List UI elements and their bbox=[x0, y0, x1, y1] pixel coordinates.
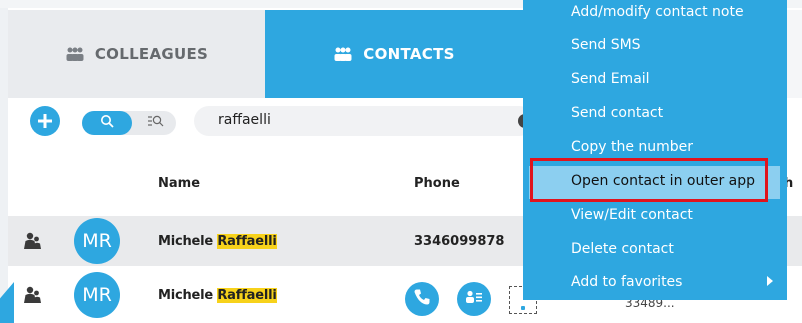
name-match-highlight: Raffaelli bbox=[217, 234, 277, 249]
advanced-search-icon bbox=[147, 114, 165, 132]
tab-contacts[interactable]: CONTACTS bbox=[265, 10, 523, 98]
contact-card-icon bbox=[465, 290, 483, 308]
menu-item-add-note[interactable]: Add/modify contact note bbox=[571, 4, 744, 20]
simple-search-button[interactable] bbox=[82, 111, 132, 135]
avatar-initials: MR bbox=[82, 230, 112, 252]
add-contact-button[interactable] bbox=[30, 106, 60, 136]
menu-item-add-favorites[interactable]: Add to favorites bbox=[571, 274, 682, 290]
phone-icon bbox=[413, 288, 431, 310]
menu-item-send-email[interactable]: Send Email bbox=[571, 71, 650, 87]
column-header-name[interactable]: Name bbox=[158, 176, 200, 191]
menu-item-delete[interactable]: Delete contact bbox=[571, 241, 674, 257]
column-header-phone[interactable]: Phone bbox=[414, 176, 460, 191]
name-match-highlight: Raffaelli bbox=[217, 288, 277, 303]
person-icon bbox=[24, 232, 42, 254]
name-first: Michele bbox=[158, 234, 214, 249]
annotation-highlight-box bbox=[530, 158, 768, 202]
contact-card-button[interactable] bbox=[457, 282, 491, 316]
people-icon bbox=[333, 47, 353, 61]
plus-icon bbox=[37, 108, 53, 134]
menu-item-send-sms[interactable]: Send SMS bbox=[571, 37, 641, 53]
call-button[interactable] bbox=[405, 282, 439, 316]
name-first: Michele bbox=[158, 288, 214, 303]
avatar: MR bbox=[74, 272, 120, 318]
avatar-initials: MR bbox=[82, 284, 112, 306]
dot bbox=[521, 306, 525, 310]
menu-item-send-contact[interactable]: Send contact bbox=[571, 105, 663, 121]
chevron-right-icon bbox=[767, 276, 773, 286]
menu-item-copy-number[interactable]: Copy the number bbox=[571, 139, 693, 155]
tab-colleagues[interactable]: COLLEAGUES bbox=[8, 10, 265, 98]
search-mode-toggle bbox=[82, 111, 176, 135]
tab-contacts-label: CONTACTS bbox=[363, 45, 455, 63]
search-query-text: raffaelli bbox=[218, 112, 271, 128]
avatar: MR bbox=[74, 218, 120, 264]
contact-name: Michele Raffaelli bbox=[158, 234, 277, 249]
contact-name: Michele Raffaelli bbox=[158, 288, 277, 303]
contact-phone: 3346099878 bbox=[414, 234, 505, 249]
person-icon bbox=[24, 286, 42, 308]
search-input[interactable]: raffaelli bbox=[194, 106, 534, 136]
tab-colleagues-label: COLLEAGUES bbox=[94, 45, 209, 63]
search-icon bbox=[100, 114, 114, 132]
menu-item-view-edit[interactable]: View/Edit contact bbox=[571, 207, 693, 223]
decorative-shape bbox=[0, 282, 14, 323]
context-menu: Add/modify contact note Send SMS Send Em… bbox=[523, 0, 787, 300]
advanced-search-button[interactable] bbox=[136, 111, 176, 135]
people-icon bbox=[65, 47, 85, 61]
